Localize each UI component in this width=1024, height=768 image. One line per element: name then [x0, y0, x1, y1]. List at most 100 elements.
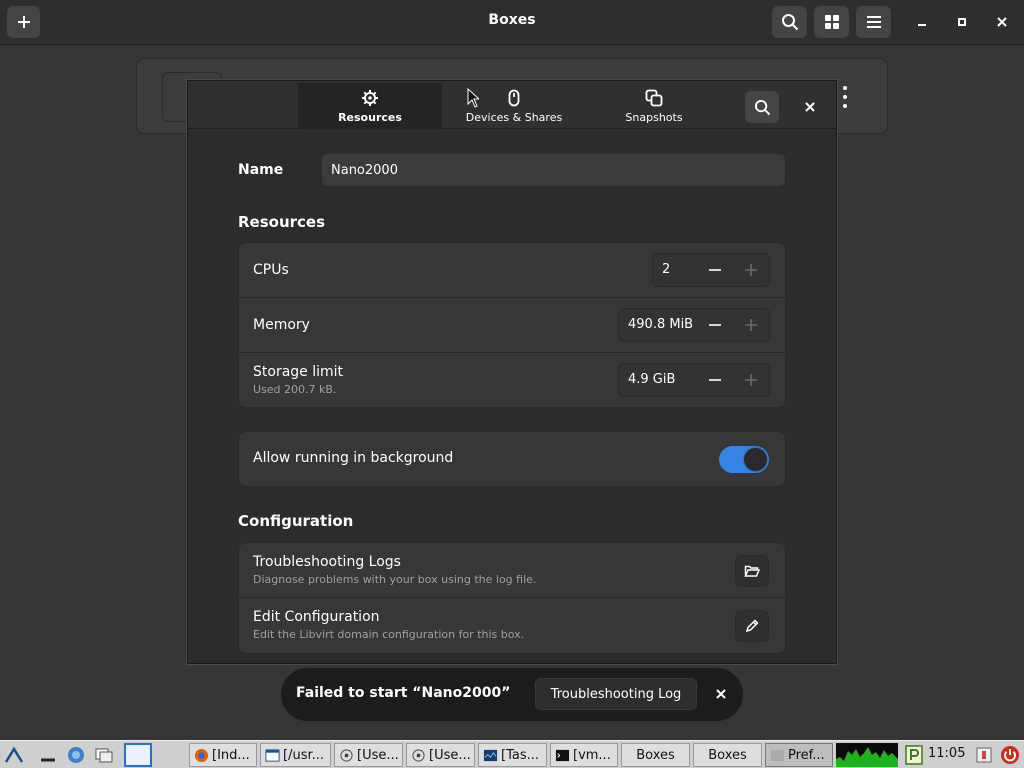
- row-title: Edit Configuration: [253, 609, 380, 625]
- pencil-icon: [745, 619, 759, 633]
- task-item-vm-terminal[interactable]: [vm...: [550, 743, 618, 767]
- plus-icon: [745, 374, 757, 386]
- mouse-icon: [508, 89, 520, 106]
- row-subtitle: Used 200.7 kB.: [253, 383, 337, 396]
- task-item-preferences[interactable]: Pref...: [765, 743, 833, 767]
- spin-value: 490.8 MiB: [628, 317, 694, 332]
- troubleshooting-log-button[interactable]: Troubleshooting Log: [535, 678, 697, 710]
- app-indicator-icon[interactable]: [904, 745, 924, 765]
- minimize-button[interactable]: [908, 8, 936, 36]
- spin-value: 2: [662, 262, 671, 277]
- task-label: Boxes: [636, 747, 675, 763]
- tab-label: Resources: [338, 110, 402, 124]
- plus-icon: [17, 16, 30, 28]
- decrement-button[interactable]: [701, 312, 729, 338]
- file-manager-icon: [340, 748, 353, 762]
- dialog-search-button[interactable]: [745, 91, 779, 123]
- task-manager-icon: [483, 749, 498, 761]
- allow-background-switch[interactable]: [719, 446, 769, 473]
- task-item-boxes-2[interactable]: Boxes: [693, 743, 762, 767]
- tab-label: Devices & Shares: [465, 110, 563, 124]
- switch-knob: [744, 448, 767, 471]
- box-more-options-icon[interactable]: [838, 86, 852, 108]
- start-menu-icon[interactable]: [4, 745, 24, 765]
- snapshots-icon: [645, 89, 663, 106]
- memory-spinbutton[interactable]: 490.8 MiB: [618, 308, 770, 342]
- storage-spinbutton[interactable]: 4.9 GiB: [618, 363, 770, 397]
- windows-launcher-icon[interactable]: [94, 745, 114, 765]
- task-item-user-2[interactable]: [Use...: [406, 743, 475, 767]
- cpus-spinbutton[interactable]: 2: [652, 253, 770, 287]
- minus-icon: [709, 379, 721, 381]
- toast-message: Failed to start “Nano2000”: [296, 685, 511, 701]
- row-subtitle: Diagnose problems with your box using th…: [253, 573, 537, 586]
- task-item-user-1[interactable]: [Use...: [334, 743, 403, 767]
- task-label: Boxes: [708, 747, 747, 763]
- tab-devices-shares[interactable]: Devices & Shares: [442, 83, 586, 129]
- gear-icon: [362, 89, 378, 106]
- edit-configuration-button[interactable]: [735, 610, 769, 642]
- minus-icon: [709, 269, 721, 271]
- decrement-button[interactable]: [701, 257, 729, 283]
- row-title: CPUs: [253, 262, 289, 278]
- close-icon: [716, 689, 726, 699]
- increment-button[interactable]: [737, 367, 765, 393]
- row-title: Allow running in background: [253, 450, 454, 466]
- configuration-heading: Configuration: [238, 512, 354, 530]
- workspace-pager[interactable]: [124, 743, 152, 767]
- mouse-cursor-icon: [467, 88, 479, 108]
- taskbar: [Ind... [/usr... [Use... [Use... [Tas...…: [0, 740, 1024, 768]
- tab-resources[interactable]: Resources: [298, 83, 442, 129]
- open-logs-button[interactable]: [735, 555, 769, 587]
- troubleshooting-logs-row: Troubleshooting Logs Diagnose problems w…: [239, 543, 785, 598]
- grid-view-button[interactable]: [814, 6, 849, 38]
- storage-limit-row: Storage limit Used 200.7 kB. 4.9 GiB: [239, 353, 785, 407]
- resources-heading: Resources: [238, 213, 326, 231]
- cpus-row: CPUs 2: [239, 243, 785, 298]
- maximize-button[interactable]: [948, 8, 976, 36]
- tab-snapshots[interactable]: Snapshots: [586, 83, 722, 129]
- close-window-button[interactable]: [988, 8, 1016, 36]
- cpu-monitor-graph: [836, 743, 898, 767]
- close-icon: [805, 102, 815, 112]
- error-toast: Failed to start “Nano2000” Troubleshooti…: [281, 668, 743, 721]
- row-title: Memory: [253, 317, 310, 333]
- edit-configuration-row: Edit Configuration Edit the Libvirt doma…: [239, 598, 785, 653]
- row-subtitle: Edit the Libvirt domain configuration fo…: [253, 628, 525, 641]
- main-header-bar: Boxes: [0, 0, 1024, 45]
- background-group: Allow running in background: [238, 431, 786, 487]
- increment-button[interactable]: [737, 257, 765, 283]
- task-label: [Use...: [429, 747, 471, 763]
- taskbar-clock[interactable]: 11:05: [928, 746, 965, 761]
- dialog-close-button[interactable]: [796, 93, 824, 121]
- task-label: [vm...: [573, 747, 611, 763]
- browser-launcher-icon[interactable]: [66, 745, 86, 765]
- file-manager-icon: [412, 748, 425, 762]
- window-icon: [265, 748, 280, 762]
- name-input[interactable]: [321, 153, 786, 187]
- new-box-button[interactable]: [7, 6, 40, 38]
- task-label: [Ind...: [212, 747, 250, 763]
- decrement-button[interactable]: [701, 367, 729, 393]
- power-icon[interactable]: [1000, 745, 1020, 765]
- tab-label: Snapshots: [625, 110, 683, 124]
- toast-close-button[interactable]: [708, 681, 734, 707]
- task-label: [Tas...: [501, 747, 539, 763]
- resources-group: CPUs 2 Memory 490.8 MiB Storage limit Us…: [238, 242, 786, 408]
- main-menu-button[interactable]: [856, 6, 891, 38]
- user-icon[interactable]: [974, 745, 994, 765]
- close-icon: [997, 17, 1007, 27]
- preferences-dialog: Resources Devices & Shares Snapshots Nam…: [187, 80, 837, 664]
- show-desktop-icon[interactable]: [38, 745, 58, 765]
- task-item-terminal-usr[interactable]: [/usr...: [260, 743, 331, 767]
- task-item-task-manager[interactable]: [Tas...: [478, 743, 547, 767]
- row-title: Storage limit: [253, 364, 344, 380]
- grid-icon: [824, 15, 839, 29]
- task-item-boxes-1[interactable]: Boxes: [621, 743, 690, 767]
- task-item-firefox[interactable]: [Ind...: [189, 743, 257, 767]
- terminal-icon: [555, 749, 570, 761]
- task-label: [Use...: [357, 747, 399, 763]
- increment-button[interactable]: [737, 312, 765, 338]
- search-button[interactable]: [772, 6, 807, 38]
- dialog-header: Resources Devices & Shares Snapshots: [188, 81, 836, 129]
